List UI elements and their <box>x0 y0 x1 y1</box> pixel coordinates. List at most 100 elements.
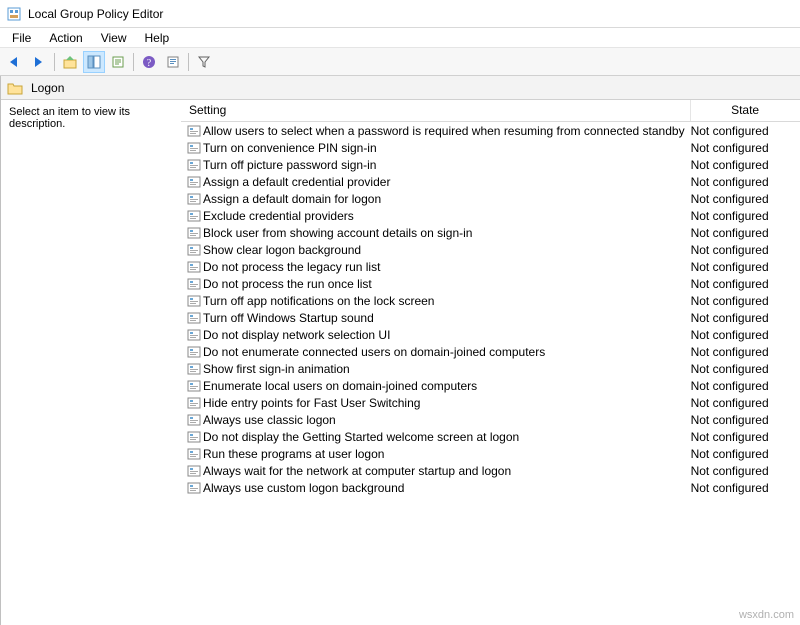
expand-collapse-icon[interactable]: > <box>0 507 1 517</box>
policy-icon <box>185 193 203 205</box>
expand-collapse-icon[interactable]: > <box>0 218 1 228</box>
setting-name: Block user from showing account details … <box>203 226 691 240</box>
setting-name: Allow users to select when a password is… <box>203 124 691 138</box>
content-pane: Logon Select an item to view its descrip… <box>1 76 800 625</box>
expand-collapse-icon[interactable]: > <box>0 337 1 347</box>
col-state[interactable]: State <box>691 100 800 121</box>
expand-collapse-icon[interactable]: > <box>0 167 1 177</box>
setting-state: Not configured <box>691 464 800 478</box>
setting-name: Turn off Windows Startup sound <box>203 311 691 325</box>
setting-row[interactable]: Do not display the Getting Started welco… <box>181 428 800 445</box>
setting-state: Not configured <box>691 226 800 240</box>
toolbar-separator <box>133 53 134 71</box>
expand-collapse-icon[interactable]: > <box>0 524 1 534</box>
policy-icon <box>185 329 203 341</box>
expand-collapse-icon[interactable]: > <box>0 235 1 245</box>
setting-state: Not configured <box>691 328 800 342</box>
policy-icon <box>185 482 203 494</box>
setting-row[interactable]: Always wait for the network at computer … <box>181 462 800 479</box>
setting-row[interactable]: Turn off Windows Startup soundNot config… <box>181 309 800 326</box>
setting-name: Turn off picture password sign-in <box>203 158 691 172</box>
menu-view[interactable]: View <box>93 29 135 47</box>
col-setting[interactable]: Setting <box>181 100 691 121</box>
setting-row[interactable]: Allow users to select when a password is… <box>181 122 800 139</box>
expand-collapse-icon[interactable]: > <box>0 422 1 432</box>
setting-state: Not configured <box>691 141 800 155</box>
forward-button[interactable] <box>28 51 50 73</box>
setting-row[interactable]: Enumerate local users on domain-joined c… <box>181 377 800 394</box>
setting-row[interactable]: Always use custom logon backgroundNot co… <box>181 479 800 496</box>
policy-root-icon <box>0 80 1 94</box>
expand-collapse-icon[interactable]: > <box>0 456 1 466</box>
back-button[interactable] <box>4 51 26 73</box>
setting-name: Do not display network selection UI <box>203 328 691 342</box>
expand-collapse-icon[interactable]: > <box>0 558 1 568</box>
setting-name: Turn on convenience PIN sign-in <box>203 141 691 155</box>
policy-icon <box>185 142 203 154</box>
help-button[interactable]: ? <box>138 51 160 73</box>
expand-collapse-icon[interactable]: > <box>0 490 1 500</box>
setting-row[interactable]: Do not process the legacy run listNot co… <box>181 258 800 275</box>
expand-collapse-icon[interactable]: > <box>0 184 1 194</box>
expand-collapse-icon[interactable]: > <box>0 609 1 619</box>
setting-row[interactable]: Assign a default credential providerNot … <box>181 173 800 190</box>
setting-row[interactable]: Turn on convenience PIN sign-inNot confi… <box>181 139 800 156</box>
expand-collapse-icon[interactable]: > <box>0 303 1 313</box>
setting-name: Do not process the legacy run list <box>203 260 691 274</box>
expand-collapse-icon[interactable]: > <box>0 354 1 364</box>
expand-collapse-icon[interactable]: > <box>0 269 1 279</box>
filter-button[interactable] <box>193 51 215 73</box>
expand-collapse-icon[interactable]: > <box>0 405 1 415</box>
setting-row[interactable]: Show clear logon backgroundNot configure… <box>181 241 800 258</box>
expand-collapse-icon[interactable]: > <box>0 286 1 296</box>
setting-name: Assign a default domain for logon <box>203 192 691 206</box>
setting-row[interactable]: Hide entry points for Fast User Switchin… <box>181 394 800 411</box>
expand-collapse-icon[interactable]: > <box>0 575 1 585</box>
setting-name: Always use classic logon <box>203 413 691 427</box>
setting-state: Not configured <box>691 175 800 189</box>
expand-collapse-icon[interactable]: > <box>0 320 1 330</box>
policy-icon <box>185 261 203 273</box>
policy-icon <box>185 414 203 426</box>
setting-row[interactable]: Assign a default domain for logonNot con… <box>181 190 800 207</box>
setting-row[interactable]: Block user from showing account details … <box>181 224 800 241</box>
menu-action[interactable]: Action <box>41 29 90 47</box>
setting-row[interactable]: Do not enumerate connected users on doma… <box>181 343 800 360</box>
setting-row[interactable]: Run these programs at user logonNot conf… <box>181 445 800 462</box>
policy-icon <box>185 159 203 171</box>
expand-collapse-icon[interactable]: ⌄ <box>0 150 1 160</box>
tree-pane[interactable]: Local Computer Policy⌄Computer Configura… <box>0 76 1 625</box>
policy-icon <box>185 431 203 443</box>
policy-icon <box>185 346 203 358</box>
menu-help[interactable]: Help <box>137 29 178 47</box>
expand-collapse-icon[interactable]: > <box>0 133 1 143</box>
expand-collapse-icon[interactable]: > <box>0 592 1 602</box>
expand-collapse-icon[interactable]: > <box>0 473 1 483</box>
policy-icon <box>185 176 203 188</box>
expand-collapse-icon[interactable]: > <box>0 116 1 126</box>
setting-row[interactable]: Show first sign-in animationNot configur… <box>181 360 800 377</box>
setting-row[interactable]: Do not display network selection UINot c… <box>181 326 800 343</box>
export-list-button[interactable] <box>107 51 129 73</box>
setting-name: Enumerate local users on domain-joined c… <box>203 379 691 393</box>
setting-name: Do not enumerate connected users on doma… <box>203 345 691 359</box>
policy-icon <box>185 278 203 290</box>
expand-collapse-icon[interactable]: > <box>0 371 1 381</box>
setting-row[interactable]: Always use classic logonNot configuredNo <box>181 411 800 428</box>
expand-collapse-icon[interactable]: > <box>0 439 1 449</box>
setting-name: Do not process the run once list <box>203 277 691 291</box>
setting-row[interactable]: Turn off picture password sign-inNot con… <box>181 156 800 173</box>
expand-collapse-icon[interactable]: > <box>0 201 1 211</box>
up-button[interactable] <box>59 51 81 73</box>
policy-icon <box>185 244 203 256</box>
expand-collapse-icon[interactable]: ⌄ <box>0 99 1 109</box>
expand-collapse-icon[interactable]: ⌄ <box>0 252 1 262</box>
expand-collapse-icon[interactable]: > <box>0 541 1 551</box>
properties-button[interactable] <box>162 51 184 73</box>
setting-row[interactable]: Turn off app notifications on the lock s… <box>181 292 800 309</box>
setting-row[interactable]: Exclude credential providersNot configur… <box>181 207 800 224</box>
menu-file[interactable]: File <box>4 29 39 47</box>
setting-row[interactable]: Do not process the run once listNot conf… <box>181 275 800 292</box>
show-hide-tree-button[interactable] <box>83 51 105 73</box>
expand-collapse-icon[interactable]: > <box>0 388 1 398</box>
